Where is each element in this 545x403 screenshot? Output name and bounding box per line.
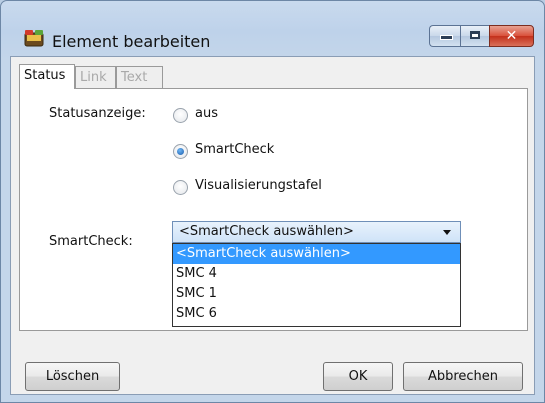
radio-smartcheck[interactable]: [173, 144, 188, 159]
radio-aus-label[interactable]: aus: [195, 106, 218, 121]
dropdown-option[interactable]: <SmartCheck auswählen>: [173, 244, 460, 264]
smartcheck-label: SmartCheck:: [49, 234, 133, 249]
minimize-icon: [440, 35, 453, 40]
combobox-value: <SmartCheck auswählen>: [179, 224, 354, 239]
ok-button[interactable]: OK: [323, 362, 393, 391]
app-icon: [24, 30, 44, 47]
smartcheck-combobox[interactable]: <SmartCheck auswählen>: [172, 221, 461, 243]
dialog-client-area: Status Link Text Statusanzeige: aus Smar…: [10, 56, 535, 395]
dropdown-option[interactable]: SMC 1: [173, 284, 460, 304]
maximize-button[interactable]: [460, 25, 489, 47]
radio-smartcheck-label[interactable]: SmartCheck: [195, 142, 274, 157]
dropdown-option[interactable]: SMC 6: [173, 304, 460, 324]
status-display-label: Statusanzeige:: [49, 106, 146, 121]
window-title: Element bearbeiten: [52, 32, 211, 51]
close-icon: ✕: [505, 28, 518, 44]
dropdown-option[interactable]: SMC 4: [173, 264, 460, 284]
dialog-window: Element bearbeiten ✕ Status Link Text St…: [0, 0, 545, 403]
cancel-button[interactable]: Abbrechen: [403, 362, 523, 391]
caption-buttons: ✕: [429, 25, 534, 47]
delete-button[interactable]: Löschen: [25, 362, 120, 391]
close-button[interactable]: ✕: [489, 25, 534, 47]
tab-status[interactable]: Status: [19, 64, 75, 89]
chevron-down-icon[interactable]: [443, 230, 451, 235]
radio-visualisierungstafel-label[interactable]: Visualisierungstafel: [195, 178, 322, 193]
maximize-icon: [470, 31, 480, 39]
tab-link[interactable]: Link: [75, 66, 116, 88]
title-bar[interactable]: Element bearbeiten ✕: [1, 1, 544, 51]
smartcheck-dropdown-list[interactable]: <SmartCheck auswählen> SMC 4 SMC 1 SMC 6: [172, 243, 461, 327]
radio-aus[interactable]: [173, 108, 188, 123]
minimize-button[interactable]: [429, 25, 460, 47]
tab-text[interactable]: Text: [116, 66, 163, 88]
radio-visualisierungstafel[interactable]: [173, 180, 188, 195]
